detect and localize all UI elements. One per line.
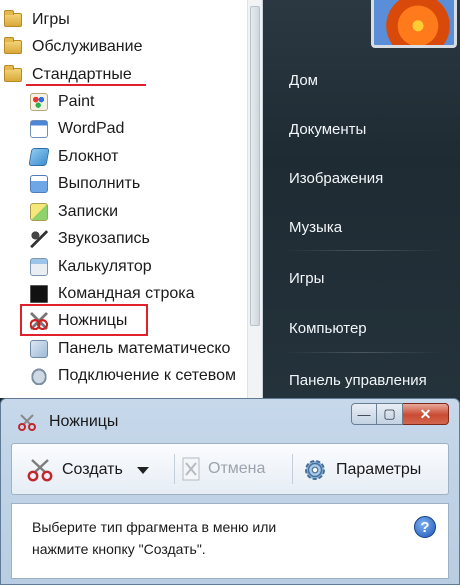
maximize-button[interactable]: ▢ [377,403,403,425]
hint-line: Выберите тип фрагмента в меню или [32,519,277,535]
command-prompt-icon [30,285,48,303]
app-label: Звукозапись [58,230,150,247]
scissors-icon [18,414,36,431]
right-item-documents[interactable]: Документы [289,121,366,138]
programs-list: Игры Обслуживание Стандартные Paint Word… [0,0,263,398]
gear-icon [305,460,325,480]
options-label: Параметры [336,461,422,478]
close-icon: ✕ [419,405,432,422]
app-label: Paint [58,93,95,110]
toolbar: Создать Отмена Параметры [11,443,449,495]
help-icon[interactable]: ? [414,516,436,538]
app-label: Блокнот [58,148,119,165]
microphone-icon [30,230,48,248]
minimize-icon: — [357,406,371,422]
app-label: WordPad [58,120,125,137]
snipping-tool-window: Ножницы — ▢ ✕ Создать Отмена Параметры В… [0,398,460,585]
user-avatar[interactable] [371,0,457,48]
right-item-home[interactable]: Дом [289,72,318,89]
right-item-pictures[interactable]: Изображения [289,170,383,187]
toolbar-separator [174,454,175,484]
calculator-icon [30,258,48,276]
app-label: Подключение к сетевом [58,367,236,384]
app-label: Записки [58,203,119,220]
maximize-icon: ▢ [383,406,396,421]
folder-label: Игры [32,11,70,28]
window-title: Ножницы [49,413,119,430]
folder-games[interactable]: Игры [4,7,70,33]
app-sound-recorder[interactable]: Звукозапись [30,226,150,252]
window-controls: — ▢ ✕ [351,403,449,425]
folder-label: Обслуживание [32,38,143,55]
folder-label: Стандартные [32,66,132,83]
app-network-projector[interactable]: Подключение к сетевом [30,363,236,389]
math-panel-icon [30,340,48,358]
right-item-games[interactable]: Игры [289,270,324,287]
scissors-icon [27,459,53,482]
cancel-label: Отмена [208,460,266,477]
title-bar[interactable]: Ножницы — ▢ ✕ [1,399,459,441]
right-item-control-panel[interactable]: Панель управления [289,372,427,389]
app-label: Калькулятор [58,258,152,275]
right-item-music[interactable]: Музыка [289,219,342,236]
right-separator [283,352,443,353]
chevron-down-icon[interactable] [136,466,149,474]
hint-text: Выберите тип фрагмента в меню или нажмит… [32,516,276,560]
highlight-underline [26,84,146,86]
app-notepad[interactable]: Блокнот [28,144,119,170]
app-sticky-notes[interactable]: Записки [30,199,118,225]
app-run[interactable]: Выполнить [30,171,140,197]
app-calculator[interactable]: Калькулятор [30,254,152,280]
scrollbar-thumb[interactable] [250,6,260,326]
app-math-input-panel[interactable]: Панель математическо [30,336,230,362]
app-label: Панель математическо [58,340,231,357]
paint-icon [30,93,48,111]
folder-icon [4,65,22,82]
folder-icon [4,10,22,27]
app-label: Командная строка [58,285,195,302]
cancel-button[interactable]: Отмена [182,457,265,481]
hint-area: Выберите тип фрагмента в меню или нажмит… [11,503,449,579]
folder-maintenance[interactable]: Обслуживание [4,34,142,60]
wordpad-icon [30,120,48,138]
app-label: Выполнить [58,175,141,192]
new-snip-button[interactable]: Создать [26,457,149,483]
highlight-box [20,304,148,336]
hint-line: нажмите кнопку "Создать". [32,541,206,557]
programs-scrollbar[interactable] [247,0,262,398]
right-item-computer[interactable]: Компьютер [289,320,367,337]
options-button[interactable]: Параметры [302,457,421,483]
app-wordpad[interactable]: WordPad [30,116,124,142]
run-icon [30,175,48,193]
notepad-icon [28,148,50,166]
start-menu-right-pane: Дом Документы Изображения Музыка Игры Ко… [263,0,460,398]
cancel-document-icon [182,457,200,481]
app-paint[interactable]: Paint [30,89,94,115]
new-snip-label: Создать [62,461,123,478]
folder-icon [4,37,22,54]
close-button[interactable]: ✕ [403,403,449,425]
right-separator [283,250,443,251]
minimize-button[interactable]: — [351,403,377,425]
network-drive-icon [30,367,48,385]
sticky-notes-icon [30,203,48,221]
toolbar-separator [292,454,293,484]
